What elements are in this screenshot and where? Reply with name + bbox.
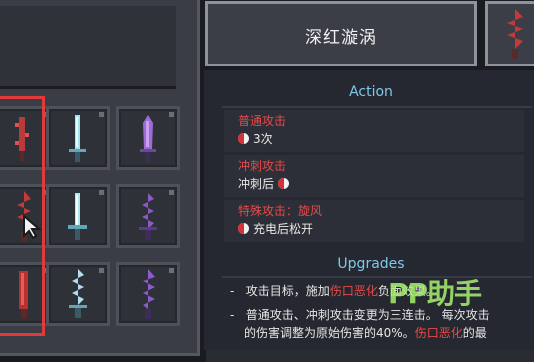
action-row-normal: 普通攻击 3次 (224, 110, 524, 152)
action-desc: 冲刺后 (238, 175, 290, 192)
bullet: - (230, 308, 235, 322)
upgrade-text: 的最 (462, 326, 487, 340)
twisted-ice-sword-icon (69, 269, 87, 318)
weapon-preview (480, 0, 534, 72)
action-desc: 充电后松开 (238, 220, 313, 237)
action-title: 冲刺攻击 (238, 159, 287, 173)
inventory-slot-6[interactable] (116, 184, 180, 248)
action-title: 普通攻击 (238, 114, 287, 128)
upgrade-text: 攻击目标，施加 (245, 284, 330, 298)
cursor-arrow-icon (23, 214, 42, 240)
action-desc: 3次 (238, 130, 273, 147)
attack-button-icon (238, 223, 249, 234)
inventory-slot-5[interactable] (46, 184, 110, 248)
crimson-vortex-sword-icon (507, 9, 523, 59)
status-effect-name: 伤口恶化 (329, 284, 378, 298)
weapon-title-bar: 深红漩涡 (200, 0, 482, 72)
inventory-slot-3[interactable] (116, 106, 180, 170)
inventory-slot-9[interactable] (116, 262, 180, 326)
action-desc-text: 充电后松开 (253, 222, 314, 236)
bullet: - (230, 284, 235, 298)
action-desc-text: 冲刺后 (238, 177, 275, 191)
upgrade-text: 的伤害调整为原始伤害的40%。 (244, 326, 415, 340)
watermark: PP助手 (388, 277, 482, 310)
divider (222, 276, 532, 278)
inventory-header-bar (0, 6, 176, 89)
inventory-slot-2[interactable] (46, 106, 110, 170)
upgrades-header: Upgrades (337, 256, 405, 272)
status-effect-name: 伤口恶化 (414, 326, 463, 340)
action-desc-text: 3次 (253, 132, 273, 146)
shadow-serrated-sword-icon (143, 269, 155, 319)
violet-spiral-sword-icon (139, 193, 157, 240)
purple-dagger-icon (140, 115, 156, 162)
action-header: Action (349, 84, 393, 100)
attack-button-icon (238, 133, 249, 144)
inventory-slot-8[interactable] (46, 262, 110, 326)
attack-button-icon (278, 178, 290, 189)
upgrade-line: 的伤害调整为原始伤害的40%。伤口恶化的最 (244, 324, 487, 341)
frost-sword-icon (68, 193, 87, 240)
divider (222, 106, 532, 108)
weapon-title: 深红漩涡 (305, 28, 377, 48)
action-row-special: 特殊攻击：旋风 充电后松开 (224, 200, 524, 242)
weapon-info-panel: Action 普通攻击 3次 冲刺攻击 冲刺后 特殊攻击：旋风 充电后松开 Up… (200, 66, 534, 350)
ice-sword-icon (69, 115, 86, 162)
action-title: 特殊攻击：旋风 (238, 204, 323, 218)
action-row-dash: 冲刺攻击 冲刺后 (224, 155, 524, 197)
